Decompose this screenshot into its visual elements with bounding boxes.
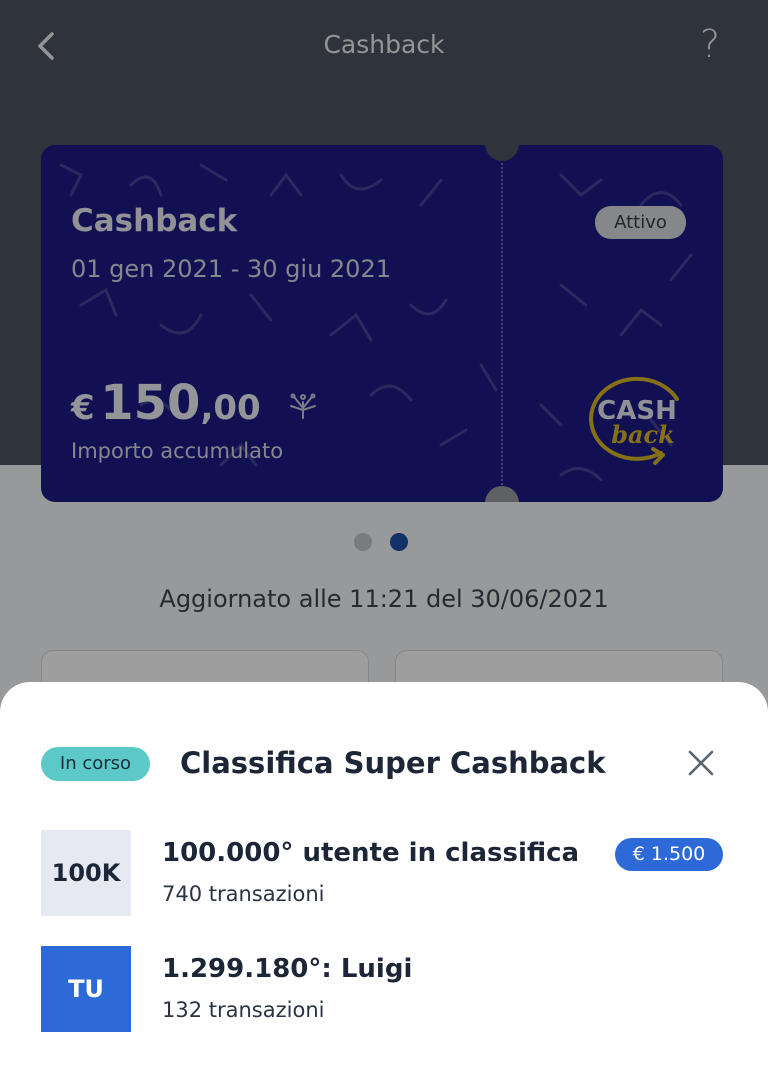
leaderboard-row[interactable]: 100K 100.000° utente in classifica 740 t… (41, 830, 728, 916)
status-chip: In corso (41, 747, 150, 781)
row-subtitle: 132 transazioni (162, 998, 325, 1022)
close-icon[interactable] (684, 746, 718, 780)
sheet-title: Classifica Super Cashback (180, 746, 606, 780)
prize-badge: € 1.500 (615, 838, 723, 871)
user-badge: TU (41, 946, 131, 1032)
row-subtitle: 740 transazioni (162, 882, 325, 906)
row-title: 100.000° utente in classifica (162, 838, 580, 868)
bottom-sheet: In corso Classifica Super Cashback 100K … (0, 682, 768, 1070)
row-title: 1.299.180°: Luigi (162, 954, 413, 984)
leaderboard-row-user[interactable]: TU 1.299.180°: Luigi 132 transazioni (41, 946, 728, 1032)
rank-badge: 100K (41, 830, 131, 916)
